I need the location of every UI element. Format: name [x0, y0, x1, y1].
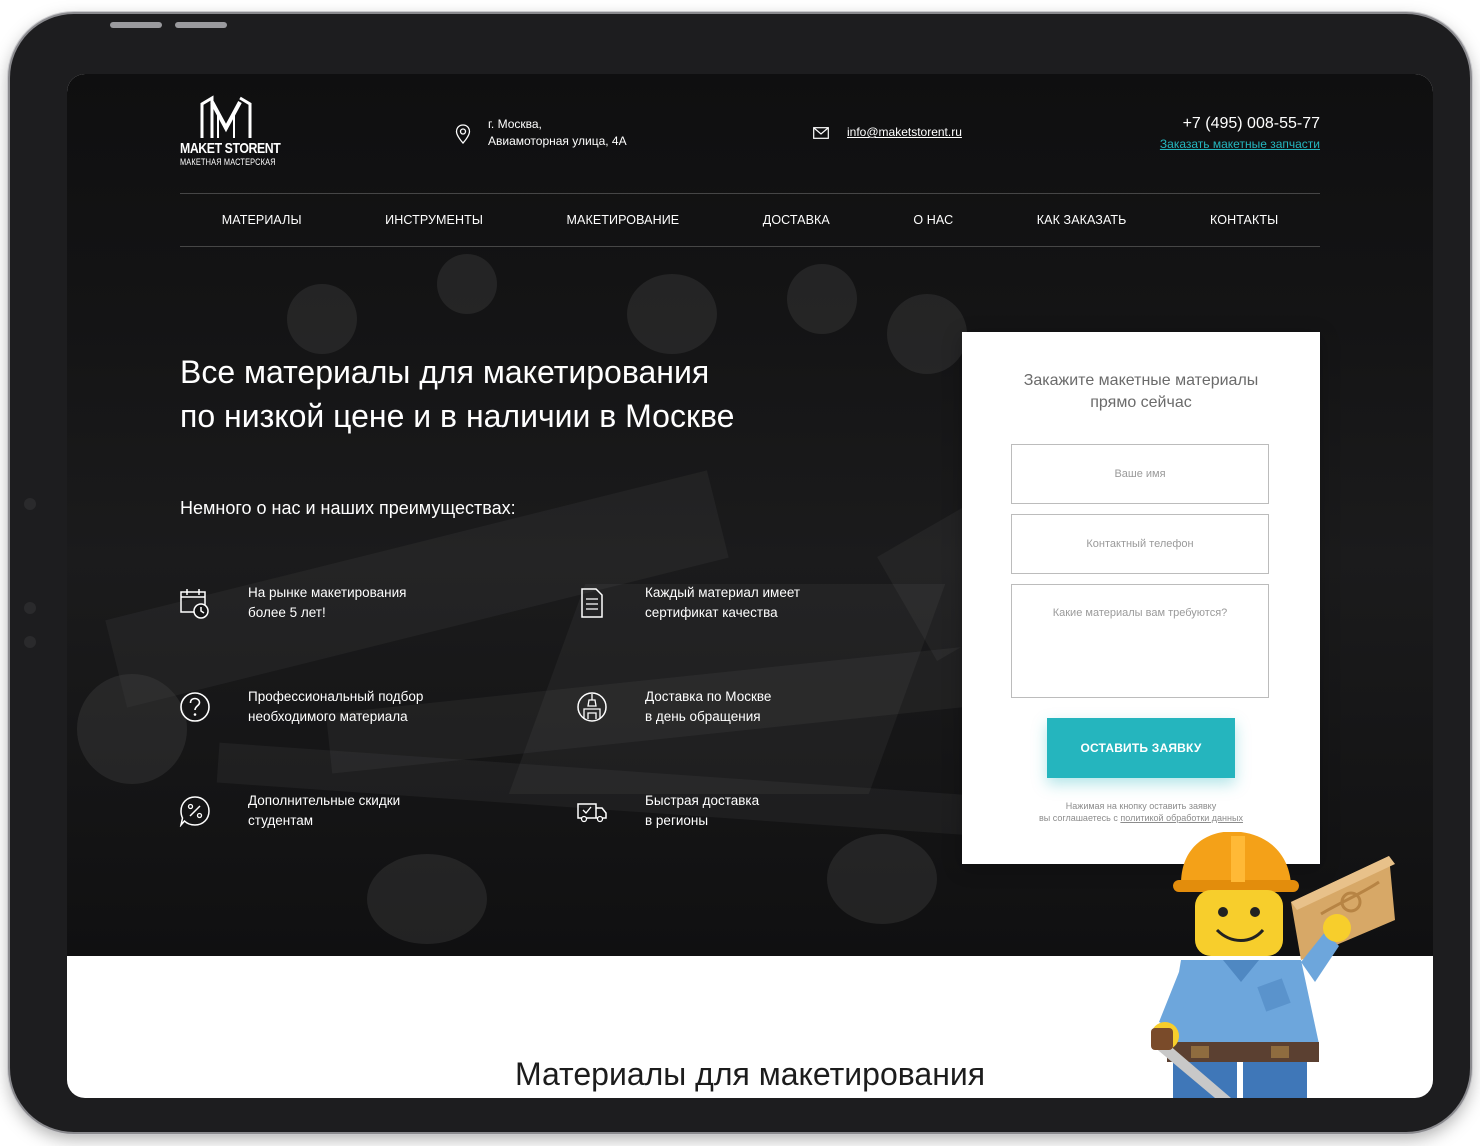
- hero-title-line: по низкой цене и в наличии в Москве: [180, 398, 735, 434]
- nav-item-contacts[interactable]: КОНТАКТЫ: [1210, 213, 1278, 227]
- privacy-policy-link[interactable]: политикой обработки данных: [1120, 813, 1243, 823]
- main-nav: МАТЕРИАЛЫ ИНСТРУМЕНТЫ МАКЕТИРОВАНИЕ ДОСТ…: [180, 194, 1320, 246]
- feature-item: Быстрая доставка в регионы: [645, 791, 759, 831]
- consent-prefix: вы соглашаетесь с: [1039, 813, 1118, 823]
- nav-item-modeling[interactable]: МАКЕТИРОВАНИЕ: [567, 213, 680, 227]
- name-input[interactable]: Ваше имя: [1011, 444, 1269, 504]
- submit-button[interactable]: ОСТАВИТЬ ЗАЯВКУ: [1047, 718, 1235, 778]
- address-street: Авиамоторная улица, 4А: [488, 134, 627, 148]
- feature-text: Профессиональный подбор: [248, 689, 424, 704]
- nav-item-about[interactable]: О НАС: [913, 213, 953, 227]
- logo-subtitle: МАКЕТНАЯ МАСТЕРСКАЯ: [180, 157, 276, 167]
- order-parts-link[interactable]: Заказать макетные запчасти: [1100, 136, 1320, 153]
- hero-title-line: Все материалы для макетирования: [180, 354, 710, 390]
- calendar-clock-icon: [180, 589, 209, 619]
- location-pin-icon: [455, 124, 471, 144]
- form-title-line: прямо сейчас: [1090, 394, 1192, 411]
- feature-item: Доставка по Москве в день обращения: [645, 687, 771, 727]
- feature-item: Дополнительные скидки студентам: [248, 791, 400, 831]
- feature-text: Быстрая доставка: [645, 793, 760, 808]
- logo-wordmark: MAKET STORENT: [180, 140, 281, 157]
- feature-text: студентам: [248, 813, 314, 828]
- camera-dot: [24, 636, 36, 648]
- consent-text: Нажимая на кнопку оставить заявку вы сог…: [982, 800, 1300, 824]
- address: г. Москва, Авиамоторная улица, 4А: [488, 116, 627, 150]
- hero-section: MAKET STORENT МАКЕТНАЯ МАСТЕРСКАЯ г. Мос…: [67, 74, 1433, 956]
- feature-item: Профессиональный подбор необходимого мат…: [248, 687, 423, 727]
- order-form: Закажите макетные материалы прямо сейчас…: [962, 332, 1320, 864]
- phone-input[interactable]: Контактный телефон: [1011, 514, 1269, 574]
- volume-button: [175, 22, 227, 28]
- volume-button: [110, 22, 162, 28]
- nav-item-materials[interactable]: МАТЕРИАЛЫ: [222, 213, 302, 227]
- hero-title: Все материалы для макетирования по низко…: [180, 350, 880, 438]
- feature-text: На рынке макетирования: [248, 585, 407, 600]
- tablet-frame: MAKET STORENT МАКЕТНАЯ МАСТЕРСКАЯ г. Мос…: [10, 14, 1470, 1132]
- logo-mark-icon: [200, 95, 252, 138]
- feature-text: Доставка по Москве: [645, 689, 772, 704]
- feature-text: Дополнительные скидки: [248, 793, 401, 808]
- logo[interactable]: MAKET STORENT МАКЕТНАЯ МАСТЕРСКАЯ: [180, 94, 281, 169]
- feature-text: сертификат качества: [645, 605, 778, 620]
- consent-line: вы соглашаетесь с политикой обработки да…: [982, 812, 1300, 824]
- discount-badge-icon: [179, 796, 210, 827]
- feature-text: необходимого материала: [248, 709, 408, 724]
- screen: MAKET STORENT МАКЕТНАЯ МАСТЕРСКАЯ г. Мос…: [67, 74, 1433, 1098]
- materials-textarea[interactable]: Какие материалы вам требуются?: [1011, 584, 1269, 698]
- hero-subtitle: Немного о нас и наших преимуществах:: [180, 498, 516, 518]
- feature-text: Каждый материал имеет: [645, 585, 801, 600]
- feature-item: Каждый материал имеет сертификат качеств…: [645, 583, 800, 623]
- document-icon: [581, 588, 603, 618]
- nav-item-how-to-order[interactable]: КАК ЗАКАЗАТЬ: [1037, 213, 1127, 227]
- nav-divider: [180, 246, 1320, 247]
- camera-dot: [24, 602, 36, 614]
- nav-item-tools[interactable]: ИНСТРУМЕНТЫ: [385, 213, 483, 227]
- feature-item: На рынке макетирования более 5 лет!: [248, 583, 406, 623]
- address-city: г. Москва,: [488, 117, 542, 131]
- delivery-truck-icon: [577, 803, 607, 823]
- form-title-line: Закажите макетные материалы: [1023, 372, 1259, 389]
- question-circle-icon: [180, 692, 210, 722]
- feature-text: в день обращения: [645, 709, 761, 724]
- form-title: Закажите макетные материалы прямо сейчас: [962, 370, 1320, 414]
- consent-line: Нажимая на кнопку оставить заявку: [1065, 801, 1217, 811]
- camera-dot: [24, 498, 36, 510]
- feature-text: более 5 лет!: [248, 605, 326, 620]
- kremlin-icon: [577, 692, 607, 722]
- lego-worker-image: [1151, 832, 1395, 1098]
- mail-icon: [813, 127, 829, 139]
- email-link[interactable]: info@maketstorent.ru: [847, 124, 962, 141]
- phone-number[interactable]: +7 (495) 008-55-77: [1120, 114, 1320, 134]
- feature-text: в регионы: [645, 813, 709, 828]
- nav-item-delivery[interactable]: ДОСТАВКА: [763, 213, 830, 227]
